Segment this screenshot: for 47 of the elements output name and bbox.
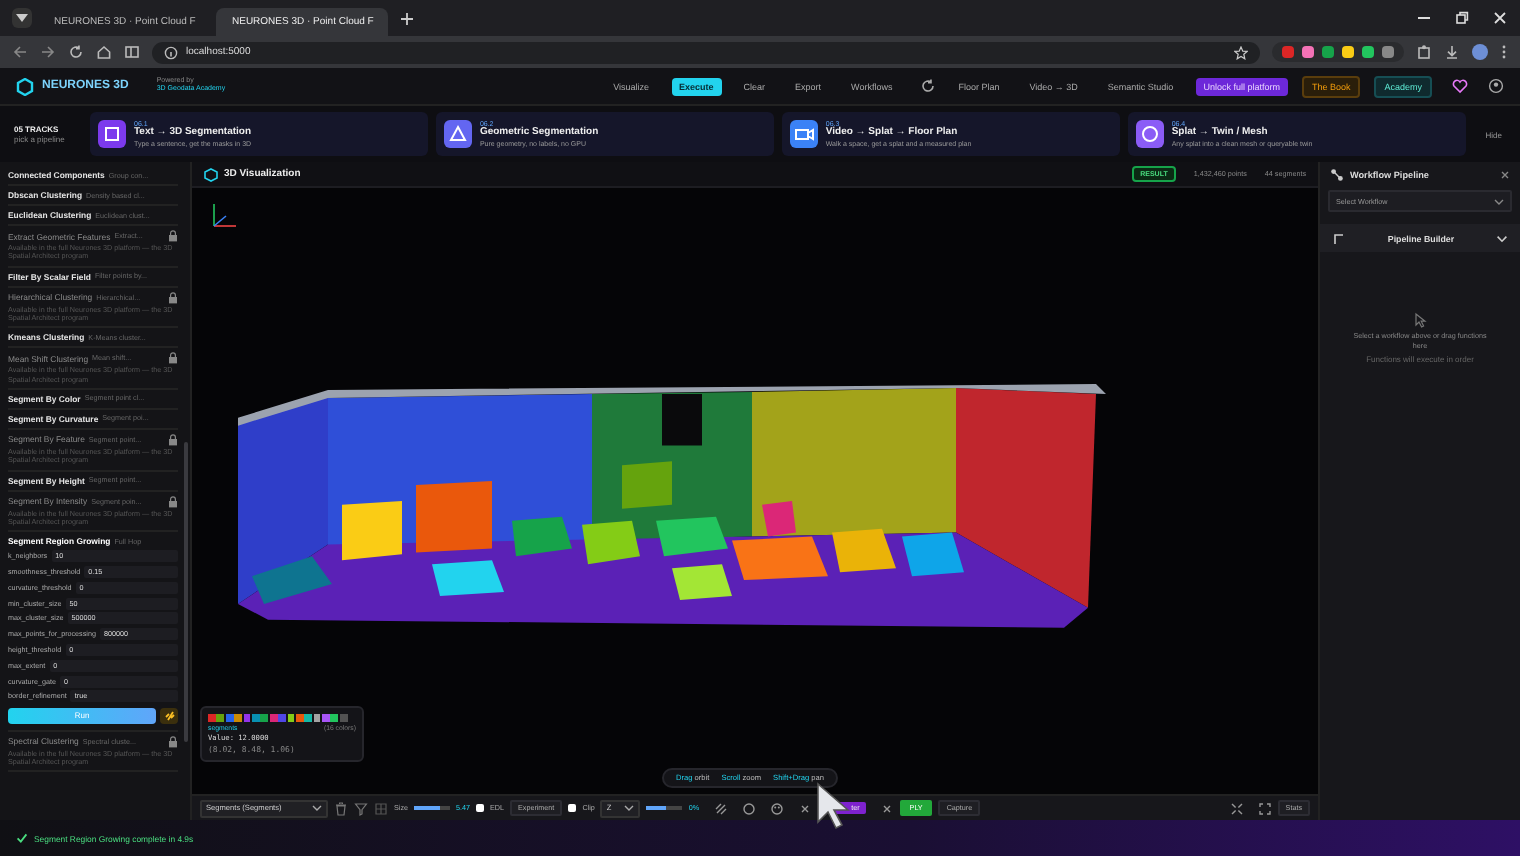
puzzle-icon[interactable] xyxy=(1416,44,1432,60)
video-icon xyxy=(789,120,818,148)
back-icon[interactable] xyxy=(12,44,28,60)
workflow-icon xyxy=(1330,167,1344,181)
chevron-icon xyxy=(16,14,28,22)
close-icon[interactable] xyxy=(879,801,894,815)
profile-avatar[interactable] xyxy=(1472,44,1488,60)
circle-icon[interactable] xyxy=(741,801,756,815)
extra-action-button[interactable] xyxy=(160,707,178,724)
pointer-icon xyxy=(1412,312,1428,328)
axis-gizmo-icon[interactable] xyxy=(208,200,240,232)
reload-icon[interactable] xyxy=(68,44,84,60)
lock-icon xyxy=(168,433,178,446)
tab-search-button[interactable] xyxy=(12,8,32,28)
hexagon-logo-icon xyxy=(16,77,34,95)
restore-icon[interactable] xyxy=(1454,10,1470,26)
new-tab-icon[interactable] xyxy=(400,11,414,25)
info-icon[interactable] xyxy=(164,45,178,59)
lock-icon xyxy=(168,735,178,748)
chevron-icon xyxy=(312,804,322,812)
fit-view-icon[interactable] xyxy=(1229,801,1244,815)
clip-checkbox[interactable] xyxy=(568,804,577,812)
forward-icon[interactable] xyxy=(40,44,56,60)
sidebar-icon[interactable] xyxy=(124,44,140,60)
home-icon[interactable] xyxy=(96,44,112,60)
trash-icon[interactable] xyxy=(334,801,348,815)
star-icon[interactable] xyxy=(1234,45,1248,59)
heart-icon[interactable] xyxy=(1452,78,1468,94)
lock-icon xyxy=(168,230,178,242)
chevron-icon xyxy=(1496,233,1508,243)
lock-icon xyxy=(168,352,178,365)
user-icon[interactable] xyxy=(1488,78,1504,94)
check-icon xyxy=(16,832,28,844)
close-icon[interactable] xyxy=(797,801,812,815)
chevron-icon xyxy=(1494,197,1504,205)
cursor-icon xyxy=(813,782,850,830)
filter-icon[interactable] xyxy=(354,801,368,815)
chevron-icon xyxy=(624,804,635,812)
edl-checkbox[interactable] xyxy=(476,804,484,812)
refresh-icon[interactable] xyxy=(920,78,937,94)
lock-icon xyxy=(168,495,178,507)
download-icon[interactable] xyxy=(1444,44,1460,60)
menu-icon[interactable] xyxy=(1500,44,1508,60)
fullscreen-icon[interactable] xyxy=(1257,801,1272,815)
close-icon[interactable] xyxy=(1500,169,1510,179)
point-cloud-drawing[interactable] xyxy=(238,384,1106,628)
lock-icon xyxy=(168,291,178,304)
